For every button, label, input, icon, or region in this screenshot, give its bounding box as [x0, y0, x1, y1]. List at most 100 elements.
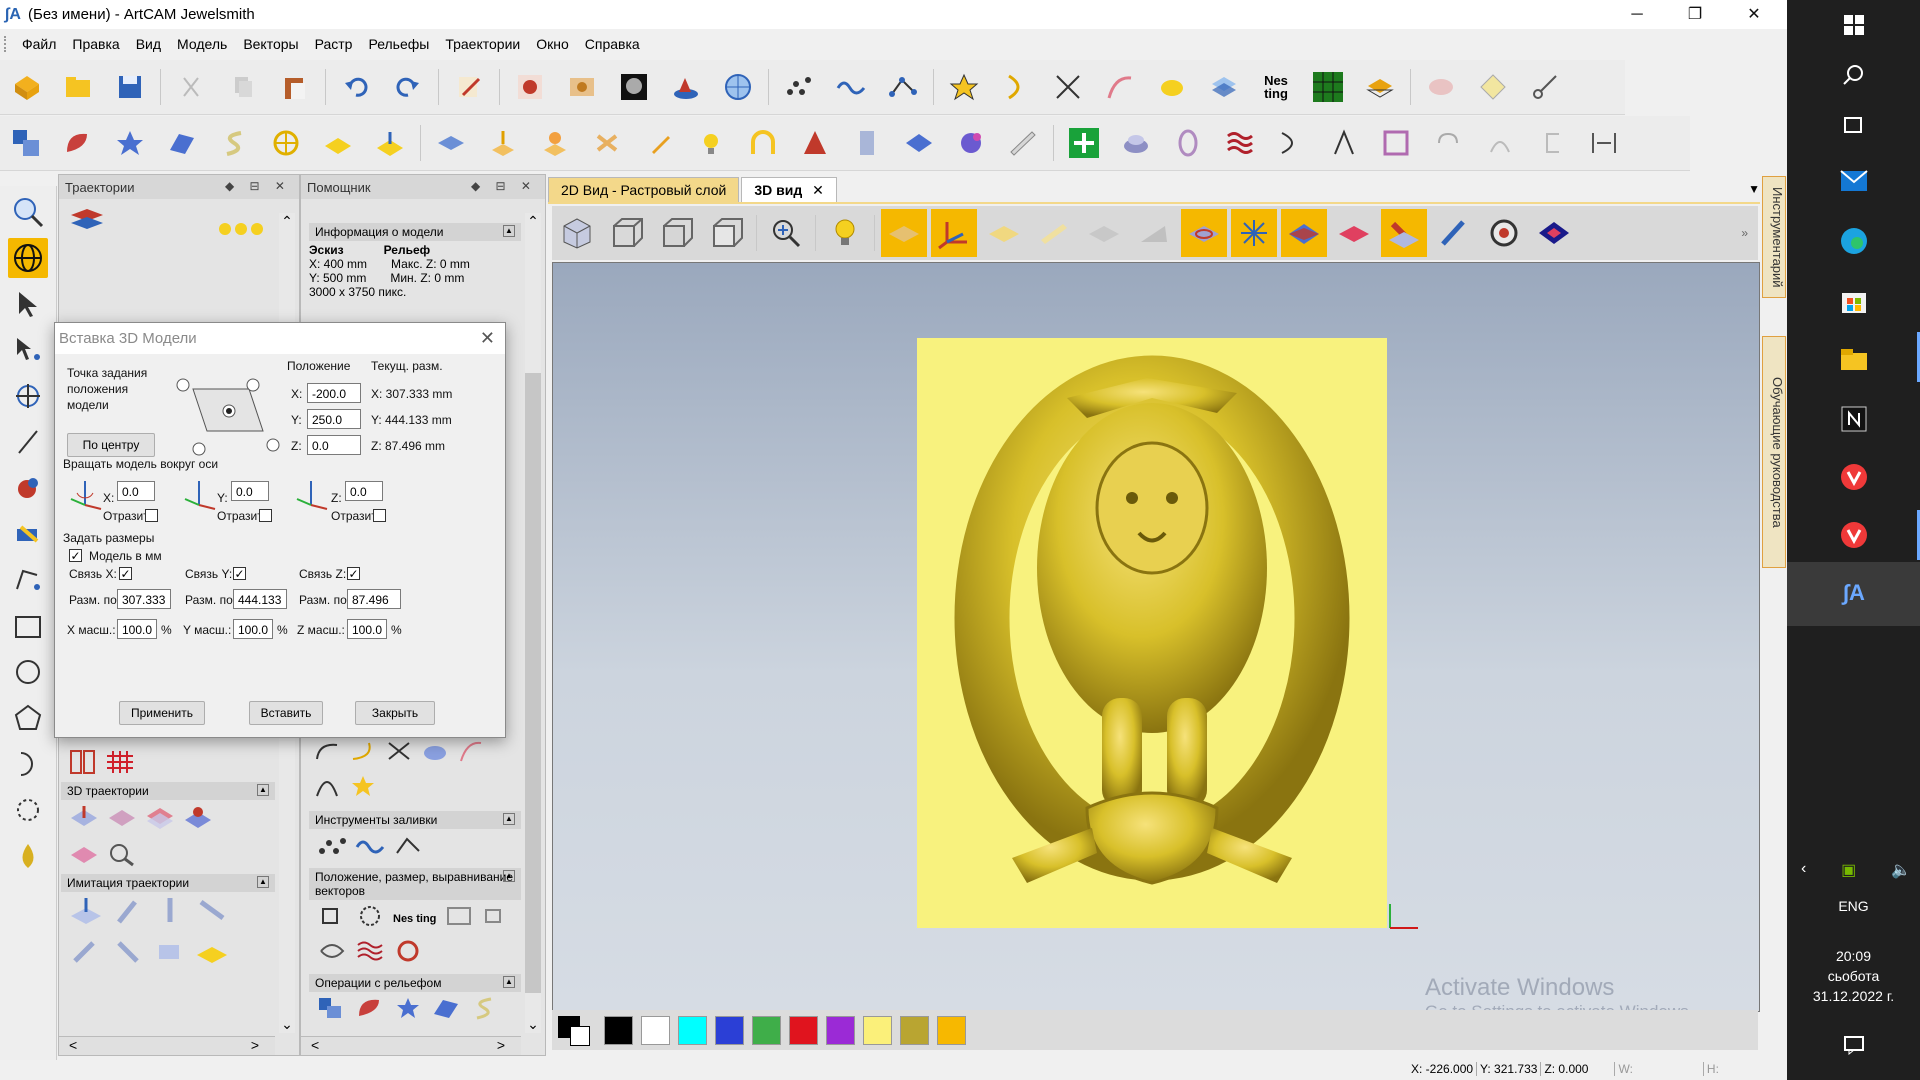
edit-notes-icon[interactable] [450, 68, 488, 106]
palette-swatch[interactable] [789, 1015, 818, 1045]
blue-star-icon[interactable] [111, 124, 149, 162]
relief-group-icon[interactable] [317, 996, 347, 1023]
zoom-view-icon[interactable] [767, 214, 805, 252]
shape-fill-icon[interactable] [1153, 68, 1191, 106]
frame-relief-icon[interactable] [1169, 124, 1207, 162]
file-explorer-icon[interactable] [1839, 344, 1869, 374]
copy-icon[interactable] [224, 68, 262, 106]
show-material-icon[interactable] [1335, 214, 1373, 252]
machine-plane-icon[interactable] [107, 804, 137, 833]
menu-model[interactable]: Модель [169, 36, 235, 52]
plane-relief-icon[interactable] [319, 124, 357, 162]
sim-chip-icon[interactable] [153, 937, 187, 970]
chain-link-icon[interactable] [1429, 124, 1467, 162]
vector-arc-icon[interactable] [349, 739, 377, 766]
shape-arrow-icon[interactable] [482, 904, 512, 931]
vector-bell-icon[interactable] [313, 774, 341, 801]
artcam-taskbar-icon[interactable]: ∫A [1839, 578, 1869, 608]
dim-ruler-icon[interactable] [1035, 214, 1073, 252]
sculpt-relief-icon[interactable] [1004, 124, 1042, 162]
undo-icon[interactable] [337, 68, 375, 106]
tab-3d-view[interactable]: 3D вид ✕ [741, 177, 837, 202]
sim-cutter-icon[interactable] [111, 937, 145, 970]
menu-reliefs[interactable]: Рельефы [360, 36, 437, 52]
ring-relief-icon[interactable] [1117, 124, 1155, 162]
search-icon[interactable] [1839, 60, 1869, 90]
palette-swatch[interactable] [937, 1015, 966, 1045]
link-x-checkbox[interactable]: ✓ [119, 567, 132, 580]
position-tools-header[interactable]: Положение, размер, выравнивание векторов… [309, 868, 521, 900]
toolpaths-hscroll[interactable]: < > [59, 1036, 275, 1055]
arc-link-icon[interactable] [1481, 124, 1519, 162]
view-side-icon[interactable] [708, 214, 746, 252]
render-plane-icon[interactable] [881, 209, 927, 257]
curve-edit-icon[interactable] [1101, 68, 1139, 106]
menu-file[interactable]: Файл [14, 36, 64, 52]
view-front-icon[interactable] [658, 214, 696, 252]
paint-tool-icon[interactable] [8, 468, 48, 508]
size-x-input[interactable]: 307.333 [117, 589, 171, 609]
dim-plane-icon[interactable] [1085, 214, 1123, 252]
tools-side-tab[interactable]: Инструментарий [1762, 176, 1786, 298]
pos-y-input[interactable]: 250.0 [307, 409, 361, 429]
sim-surface-icon[interactable] [69, 937, 103, 970]
sphere-relief-icon[interactable] [952, 124, 990, 162]
nesting-small-icon[interactable]: Nes ting [393, 910, 436, 925]
windows-start-icon[interactable] [1839, 10, 1869, 40]
mirror-y-checkbox[interactable] [259, 509, 272, 522]
language-indicator[interactable]: ENG [1787, 898, 1920, 914]
model-in-mm-checkbox[interactable]: ✓ [69, 549, 82, 562]
center-button[interactable]: По центру [67, 433, 155, 457]
circle-tool-icon[interactable] [8, 652, 48, 692]
menu-toolpaths[interactable]: Траектории [437, 36, 528, 52]
flat-plane-icon[interactable] [432, 124, 470, 162]
sim-block-icon[interactable] [69, 896, 103, 929]
z-scale-input[interactable]: 100.0 [347, 619, 387, 639]
link-y-checkbox[interactable]: ✓ [233, 567, 246, 580]
light-relief-icon[interactable] [692, 124, 730, 162]
pencil-relief-icon[interactable] [640, 124, 678, 162]
machine-cone-icon[interactable] [183, 804, 213, 833]
zoom-box-icon[interactable] [8, 192, 48, 232]
column-relief-icon[interactable] [848, 124, 886, 162]
dim-relief-icon[interactable] [985, 214, 1023, 252]
relief-machining-icon[interactable] [69, 841, 99, 870]
celtic-knot-icon[interactable] [267, 124, 305, 162]
tray-expand-icon[interactable]: ‹ [1801, 860, 1806, 880]
menu-help[interactable]: Справка [577, 36, 648, 52]
relief-red-icon[interactable] [355, 996, 385, 1023]
menu-edit[interactable]: Правка [64, 36, 127, 52]
notion-icon[interactable] [1839, 404, 1869, 434]
red-shape-icon[interactable] [59, 124, 97, 162]
panel-pin-icon[interactable]: ◆ ⊟ ✕ [225, 179, 291, 193]
section-3d-toolpaths[interactable]: 3D траектории ▲ [61, 782, 275, 800]
sim-tool-icon[interactable] [111, 896, 145, 929]
size-y-input[interactable]: 444.133 [233, 589, 287, 609]
vector-edit-icon[interactable] [457, 739, 485, 766]
new-model-icon[interactable] [7, 68, 45, 106]
palette-swatch[interactable] [863, 1015, 892, 1045]
rotate-vector-icon[interactable] [355, 904, 385, 931]
star-tool-icon[interactable] [945, 68, 983, 106]
wave-vector-icon[interactable] [832, 68, 870, 106]
drop-relief-icon[interactable] [536, 124, 574, 162]
open-folder-icon[interactable] [59, 68, 97, 106]
relief-extrude-icon[interactable] [431, 996, 461, 1023]
tab-2d-view[interactable]: 2D Вид - Растровый слой [548, 177, 740, 202]
insert-button[interactable]: Вставить [249, 701, 323, 725]
fill-wave-icon[interactable] [355, 833, 385, 860]
edge-browser-icon[interactable] [1839, 226, 1869, 256]
palette-swatch[interactable] [826, 1015, 855, 1045]
pos-x-input[interactable]: -200.0 [307, 383, 361, 403]
menu-window[interactable]: Окно [528, 36, 577, 52]
machine-3d-icon[interactable] [69, 804, 99, 833]
axes-icon[interactable] [931, 209, 977, 257]
bracket-icon[interactable] [1533, 124, 1571, 162]
group-shapes-icon[interactable] [7, 124, 45, 162]
assistant-hscroll[interactable]: < > [301, 1036, 521, 1055]
diamond-view-icon[interactable] [1535, 214, 1573, 252]
toolpath-toolbar-icon[interactable] [67, 207, 107, 238]
paste-icon[interactable] [276, 68, 314, 106]
vector-curve-icon[interactable] [313, 739, 341, 766]
relief-sweep-icon[interactable] [469, 996, 499, 1023]
